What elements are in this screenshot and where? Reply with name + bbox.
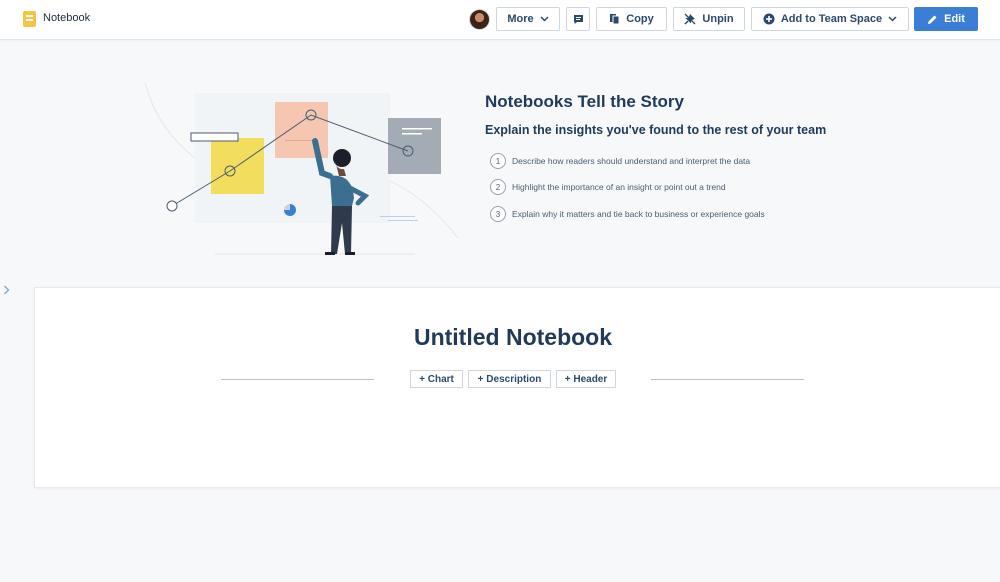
notebook-title[interactable]: Untitled Notebook: [35, 324, 991, 351]
copy-label: Copy: [626, 13, 654, 25]
avatar[interactable]: [469, 9, 490, 30]
step-text: Explain why it matters and tie back to b…: [512, 209, 765, 219]
divider: [221, 379, 374, 380]
plus-circle-icon: [763, 13, 775, 25]
more-button[interactable]: More: [496, 7, 560, 31]
more-label: More: [507, 13, 534, 25]
add-to-team-space-label: Add to Team Space: [780, 13, 883, 25]
step-text: Highlight the importance of an insight o…: [512, 182, 726, 192]
app-title: Notebook: [43, 12, 91, 24]
divider: [651, 379, 804, 380]
hero-step: 1 Describe how readers should understand…: [490, 152, 750, 170]
step-number: 2: [490, 179, 506, 195]
add-to-team-space-button[interactable]: Add to Team Space: [751, 7, 909, 31]
unpin-label: Unpin: [702, 13, 734, 25]
copy-icon: [610, 14, 620, 25]
unpin-button[interactable]: Unpin: [673, 7, 745, 31]
chevron-down-icon: [888, 16, 897, 22]
step-text: Describe how readers should understand a…: [512, 156, 751, 166]
pencil-icon: [928, 15, 937, 24]
add-chart-button[interactable]: + Chart: [410, 370, 463, 388]
copy-button[interactable]: Copy: [596, 7, 667, 31]
chevron-down-icon: [540, 16, 549, 22]
comment-icon: [573, 14, 583, 24]
notebook-icon: [23, 11, 36, 27]
chevron-right-icon[interactable]: [3, 285, 10, 298]
unpin-icon: [684, 13, 696, 25]
hero-title: Notebooks Tell the Story: [485, 92, 684, 111]
storytelling-illustration: [144, 82, 459, 255]
add-description-button[interactable]: + Description: [468, 370, 551, 388]
hero-subtitle: Explain the insights you've found to the…: [485, 123, 827, 137]
notebook-card: Untitled Notebook + Chart + Description …: [34, 287, 1000, 488]
hero-step: 3 Explain why it matters and tie back to…: [490, 205, 765, 223]
hero-step: 2 Highlight the importance of an insight…: [490, 178, 726, 196]
comment-button[interactable]: [566, 7, 590, 31]
edit-button[interactable]: Edit: [914, 7, 978, 31]
step-number: 3: [490, 206, 506, 222]
top-bar: Notebook More Copy Unpin Add to Team Spa…: [0, 0, 1000, 40]
edit-label: Edit: [944, 13, 965, 25]
step-number: 1: [490, 153, 506, 169]
add-header-button[interactable]: + Header: [556, 370, 616, 388]
